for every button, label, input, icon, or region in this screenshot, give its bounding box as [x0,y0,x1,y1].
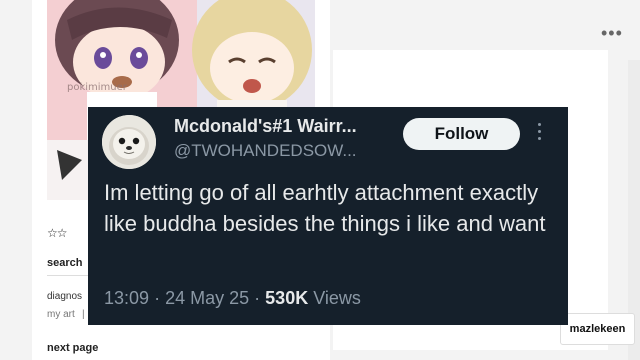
tweet-date[interactable]: 24 May 25 [165,288,249,308]
tweet-card: Mcdonald's#1 Wairr... @TWOHANDEDSOW... F… [88,107,568,325]
artwork-watermark: pokimimuer [67,82,127,93]
display-name[interactable]: Mcdonald's#1 Wairr... [174,116,357,137]
meta-separator: · [254,288,261,308]
username-tag[interactable]: mazlekeen [560,313,635,345]
diagnosis-link[interactable]: diagnos [47,291,82,302]
vertical-dots-icon[interactable] [537,123,543,145]
views-label: Views [313,288,361,308]
user-handle[interactable]: @TWOHANDEDSOW... [174,141,357,161]
next-page-link[interactable]: next page [47,342,98,354]
tweet-metadata: 13:09 · 24 May 25 · 530K Views [104,288,361,309]
dots-horizontal-icon[interactable]: ••• [601,24,623,42]
tweet-time[interactable]: 13:09 [104,288,149,308]
tweet-text: Im letting go of all earhtly attachment … [104,180,546,236]
rating-stars: ☆☆ [47,226,67,240]
follow-button[interactable]: Follow [403,118,520,150]
meta-separator: · [154,288,161,308]
views-count: 530K [265,288,309,308]
search-label[interactable]: search [47,257,82,269]
my-art-link[interactable]: my art [47,309,75,320]
link-separator: | [82,309,85,320]
seal-avatar-icon[interactable] [102,115,156,169]
